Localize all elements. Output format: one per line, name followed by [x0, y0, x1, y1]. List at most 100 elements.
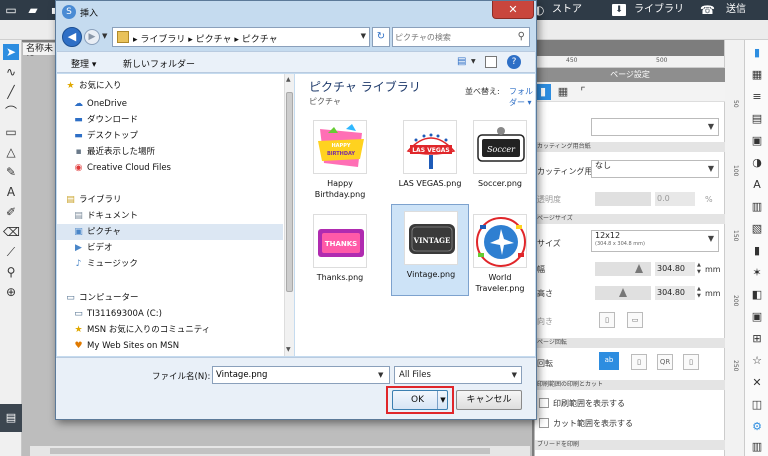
text-style-icon[interactable]: A	[750, 178, 764, 192]
ok-split-dropdown-icon[interactable]: ▼	[437, 391, 448, 409]
close-button[interactable]: ✕	[492, 1, 534, 19]
page-settings-icon[interactable]: ▮	[750, 46, 764, 60]
open-folder-icon[interactable]: ▰	[26, 3, 40, 17]
pen-tool-icon[interactable]: ✎	[3, 164, 19, 180]
chevron-down-icon[interactable]: ▼	[378, 371, 383, 379]
search-icon[interactable]: ⚲	[518, 31, 525, 42]
library-folder-icon[interactable]: ▤	[0, 404, 22, 432]
send-button[interactable]: ☎ 送信	[700, 0, 746, 20]
forward-button[interactable]: ▶	[84, 29, 100, 45]
home-icon[interactable]: ▭	[4, 3, 18, 17]
nav-item-favorites[interactable]: ★ お気に入り	[57, 78, 283, 94]
eyedropper-tool-icon[interactable]: ⚲	[3, 264, 19, 280]
contrast-icon[interactable]: ◑	[750, 156, 764, 170]
scroll-thumb[interactable]	[50, 448, 490, 454]
nav-item-recent-places[interactable]: ▪ 最近表示した場所	[57, 144, 283, 160]
replicate-icon[interactable]: ▣	[750, 310, 764, 324]
rotate-180-icon[interactable]: QR	[657, 354, 673, 370]
ok-button[interactable]: OK ▼	[392, 390, 448, 410]
nav-item-music[interactable]: ♪ ミュージック	[57, 256, 283, 272]
nav-item-pictures[interactable]: ▣ ピクチャ	[57, 224, 283, 240]
nav-item-libraries[interactable]: ▤ ライブラリ	[57, 192, 283, 208]
pixel-icon[interactable]: ▦	[750, 68, 764, 82]
nav-item-msn-sites[interactable]: ♥ My Web Sites on MSN	[57, 338, 283, 354]
text-tool-icon[interactable]: A	[3, 184, 19, 200]
nav-item-onedrive[interactable]: ☁ OneDrive	[57, 96, 283, 112]
nav-item-videos[interactable]: ▶ ビデオ	[57, 240, 283, 256]
rotate-90-icon[interactable]: ▯	[631, 354, 647, 370]
scroll-up-icon[interactable]: ▲	[286, 76, 291, 83]
star-icon[interactable]: ☆	[750, 354, 764, 368]
file-item-soccer[interactable]: Soccer Soccer.png	[461, 114, 539, 206]
nav-item-creative-cloud[interactable]: ◉ Creative Cloud Files	[57, 160, 283, 176]
show-print-area-checkbox[interactable]	[539, 398, 549, 408]
grid-tab-icon[interactable]: ▦	[555, 84, 571, 100]
curve-tool-icon[interactable]: ⌒	[3, 104, 19, 120]
search-input[interactable]	[395, 30, 511, 44]
rectangle-tool-icon[interactable]: ▭	[3, 124, 19, 140]
filename-input[interactable]	[212, 366, 390, 384]
page-size-select[interactable]: 12x12 (304.8 x 304.8 mm) ▼	[591, 230, 719, 252]
corner-tab-icon[interactable]: ⌜	[575, 84, 591, 100]
show-cut-area-checkbox[interactable]	[539, 418, 549, 428]
eraser-tool-icon[interactable]: ⌫	[3, 224, 20, 240]
store-button[interactable]: ◐ ストア	[534, 0, 582, 20]
nav-item-documents[interactable]: ▤ ドキュメント	[57, 208, 283, 224]
chevron-down-icon[interactable]: ▼	[471, 58, 476, 65]
gear-icon[interactable]: ⚙	[750, 420, 764, 434]
organize-button[interactable]: 整理 ▾	[71, 57, 96, 70]
transparency-value[interactable]: 0.0	[655, 192, 695, 206]
scroll-down-icon[interactable]: ▼	[286, 346, 291, 353]
nav-item-computer[interactable]: ▭ コンピューター	[57, 290, 283, 306]
grid-icon[interactable]: ▤	[750, 112, 764, 126]
nav-item-desktop[interactable]: ▬ デスクトップ	[57, 128, 283, 144]
height-value[interactable]: 304.80	[655, 286, 695, 300]
navigation-scrollbar[interactable]: ▲ ▼	[284, 74, 294, 356]
slider-knob[interactable]	[619, 288, 627, 297]
view-options-icon[interactable]: ▤	[457, 56, 466, 67]
bar-icon[interactable]: ▮	[750, 244, 764, 258]
height-spinner[interactable]: ▲ ▼	[697, 286, 703, 300]
lasso-tool-icon[interactable]: ∿	[3, 64, 19, 80]
back-button[interactable]: ◀	[62, 27, 82, 47]
image-icon[interactable]: ▣	[750, 134, 764, 148]
preview-pane-icon[interactable]	[485, 56, 497, 68]
help-icon[interactable]: ?	[507, 55, 521, 69]
transform-icon[interactable]: ✕	[750, 376, 764, 390]
file-item-vintage[interactable]: VINTAGE Vintage.png	[391, 204, 469, 296]
file-item-world-traveler[interactable]: World Traveler.png	[461, 208, 539, 300]
height-slider[interactable]	[595, 286, 651, 300]
history-dropdown-icon[interactable]: ▼	[102, 32, 110, 40]
slider-knob[interactable]	[635, 264, 643, 273]
horizontal-scrollbar[interactable]	[30, 446, 530, 456]
page-tab-icon[interactable]: ▮	[535, 84, 551, 100]
rotate-0-icon[interactable]: ab	[599, 352, 619, 370]
breadcrumb-path[interactable]: ▸ ライブラリ ▸ ピクチャ ▸ ピクチャ	[133, 32, 278, 45]
portrait-icon[interactable]: ▯	[599, 312, 615, 328]
lines-icon[interactable]: ≡	[750, 90, 764, 104]
dialog-title-bar[interactable]: S 挿入 ✕	[56, 1, 536, 23]
width-spinner[interactable]: ▲ ▼	[697, 262, 703, 276]
width-slider[interactable]	[595, 262, 651, 276]
sparkle-icon[interactable]: ✶	[750, 266, 764, 280]
file-item-las-vegas[interactable]: LAS VEGAS LAS VEGAS.png	[391, 114, 469, 206]
width-value[interactable]: 304.80	[655, 262, 695, 276]
file-type-select[interactable]: All Files ▼	[394, 366, 522, 384]
offset-icon[interactable]: ◫	[750, 398, 764, 412]
search-box[interactable]: ⚲	[392, 27, 530, 47]
refresh-button[interactable]: ↻	[372, 27, 390, 47]
slider-icon[interactable]: ▥	[750, 440, 764, 454]
modify-icon[interactable]: ⊞	[750, 332, 764, 346]
nav-item-msn-favorites[interactable]: ★ MSN お気に入りのコミュニティ	[57, 322, 283, 338]
align-icon[interactable]: ▥	[750, 200, 764, 214]
nav-item-drive-c[interactable]: ▭ TI31169300A (C:)	[57, 306, 283, 322]
trace-icon[interactable]: ◧	[750, 288, 764, 302]
nav-item-downloads[interactable]: ▬ ダウンロード	[57, 112, 283, 128]
file-item-thanks[interactable]: THANKS Thanks.png	[301, 208, 379, 300]
sort-dropdown[interactable]: フォルダー ▾	[509, 86, 535, 108]
cancel-button[interactable]: キャンセル	[456, 390, 522, 410]
top-select[interactable]: ▼	[591, 118, 719, 136]
knife-tool-icon[interactable]: ⟋	[3, 244, 19, 260]
line-tool-icon[interactable]: ╱	[3, 84, 19, 100]
polygon-tool-icon[interactable]: △	[3, 144, 19, 160]
